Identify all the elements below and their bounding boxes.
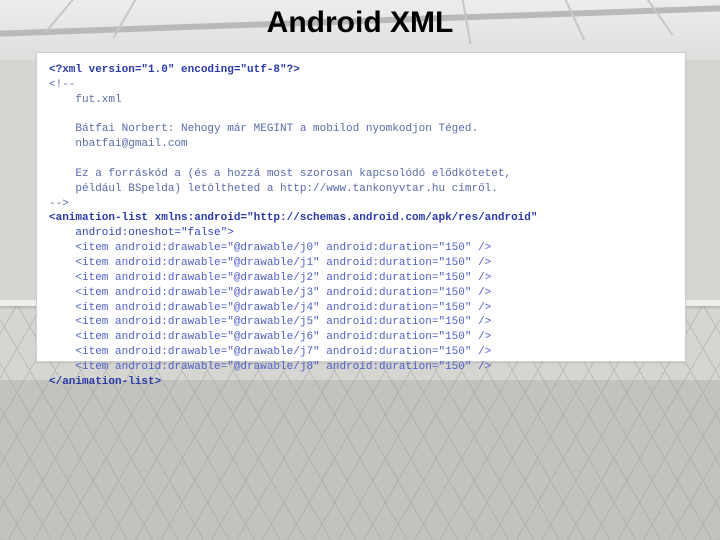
comment-line: Ez a forráskód a (és a hozzá most szoros… <box>49 168 511 180</box>
item-line: <item android:drawable="@drawable/j5" an… <box>49 316 491 328</box>
code-panel: <?xml version="1.0" encoding="utf-8"?> <… <box>36 52 686 362</box>
comment-line: Bátfai Norbert: Nehogy már MEGINT a mobi… <box>49 123 478 135</box>
item-line: <item android:drawable="@drawable/j1" an… <box>49 257 491 269</box>
comment-line: fut.xml <box>49 94 122 106</box>
xml-declaration: <?xml version="1.0" encoding="utf-8"?> <box>49 64 300 76</box>
item-line: <item android:drawable="@drawable/j0" an… <box>49 242 491 254</box>
comment-line: --> <box>49 198 69 210</box>
comment-line: nbatfai@gmail.com <box>49 138 188 150</box>
item-line: <item android:drawable="@drawable/j7" an… <box>49 346 491 358</box>
root-close: </animation-list> <box>49 376 161 388</box>
comment-line: <!-- <box>49 79 75 91</box>
item-line: <item android:drawable="@drawable/j2" an… <box>49 272 491 284</box>
item-line: <item android:drawable="@drawable/j3" an… <box>49 287 491 299</box>
slide-title: Android XML <box>0 6 720 40</box>
xml-code-block: <?xml version="1.0" encoding="utf-8"?> <… <box>37 53 685 400</box>
comment-line: például BSpelda) letöltheted a http://ww… <box>49 183 498 195</box>
item-line: <item android:drawable="@drawable/j8" an… <box>49 361 491 373</box>
root-attr: android:oneshot="false"> <box>49 227 234 239</box>
item-line: <item android:drawable="@drawable/j6" an… <box>49 331 491 343</box>
item-line: <item android:drawable="@drawable/j4" an… <box>49 302 491 314</box>
root-open: <animation-list xmlns:android="http://sc… <box>49 212 537 224</box>
